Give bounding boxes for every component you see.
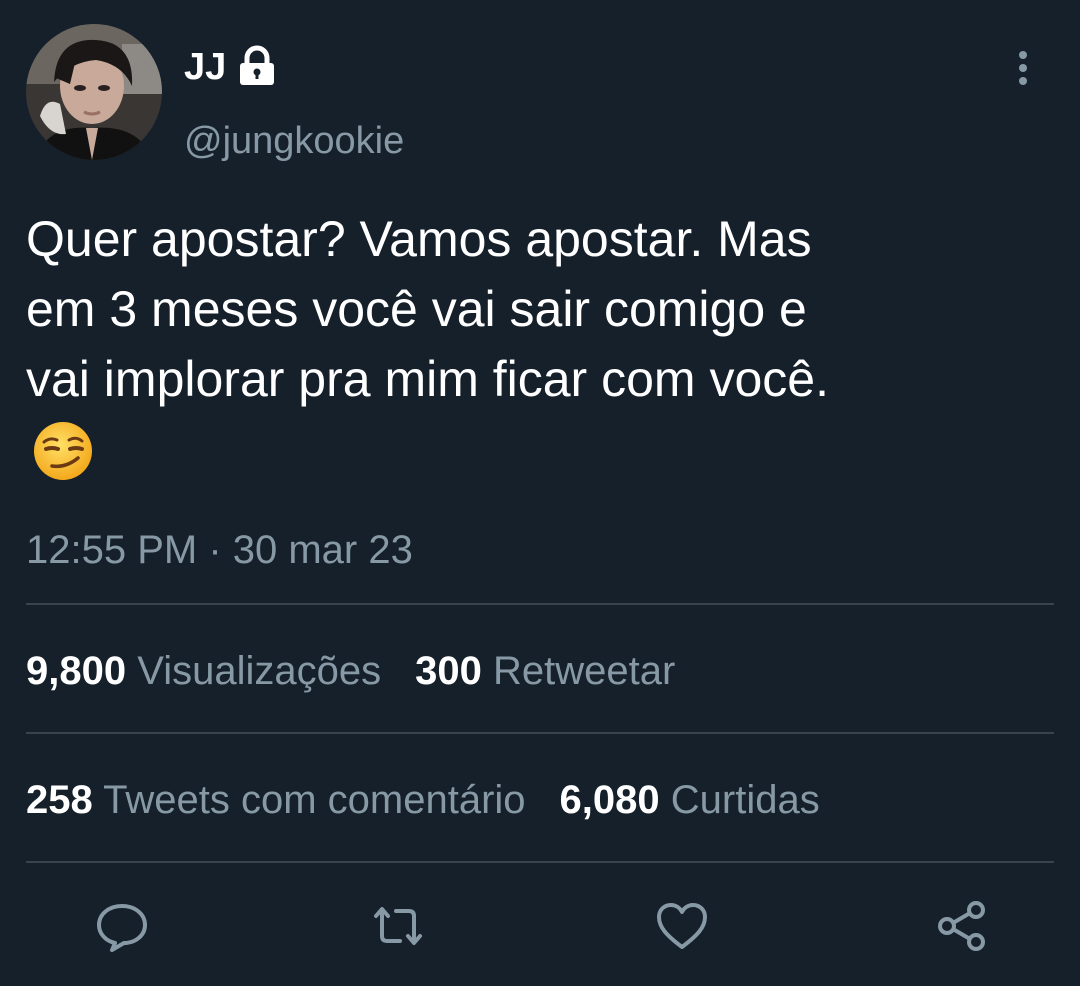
more-options-icon[interactable] — [1008, 48, 1038, 88]
retweets-stat[interactable]: 300 Retweetar — [415, 649, 675, 693]
avatar[interactable] — [26, 24, 162, 160]
likes-label: Curtidas — [670, 778, 820, 822]
likes-stat[interactable]: 6,080 Curtidas — [560, 778, 820, 822]
likes-count: 6,080 — [559, 778, 660, 822]
divider — [26, 603, 1054, 605]
quotes-stat[interactable]: 258 Tweets com comentário — [26, 778, 526, 822]
share-icon[interactable] — [934, 898, 990, 954]
views-stat[interactable]: 9,800 Visualizações — [26, 649, 381, 693]
like-icon[interactable] — [654, 898, 710, 954]
retweets-label: Retweetar — [492, 649, 676, 693]
author-name-row[interactable]: JJ — [184, 44, 280, 90]
avatar-photo — [26, 24, 162, 160]
stats-row-views-retweets: 9,800 Visualizações 300 Retweetar — [26, 646, 675, 696]
quotes-count: 258 — [26, 778, 93, 822]
tweet-text: Quer apostar? Vamos apostar. Mas em 3 me… — [26, 211, 829, 407]
quotes-label: Tweets com comentário — [103, 778, 526, 822]
tweet-timestamp[interactable]: 12:55 PM · 30 mar 23 — [26, 525, 413, 575]
stats-row-quotes-likes: 258 Tweets com comentário 6,080 Curtidas — [26, 775, 820, 825]
retweets-count: 300 — [415, 649, 482, 693]
divider — [26, 861, 1054, 863]
retweet-icon[interactable] — [370, 898, 426, 954]
views-label: Visualizações — [137, 649, 382, 693]
lock-icon — [234, 44, 280, 90]
divider — [26, 732, 1054, 734]
smirking-face-emoji — [28, 420, 98, 482]
views-count: 9,800 — [26, 649, 127, 693]
author-handle[interactable]: @jungkookie — [184, 118, 404, 164]
display-name[interactable]: JJ — [184, 44, 226, 90]
reply-icon[interactable] — [94, 898, 150, 954]
